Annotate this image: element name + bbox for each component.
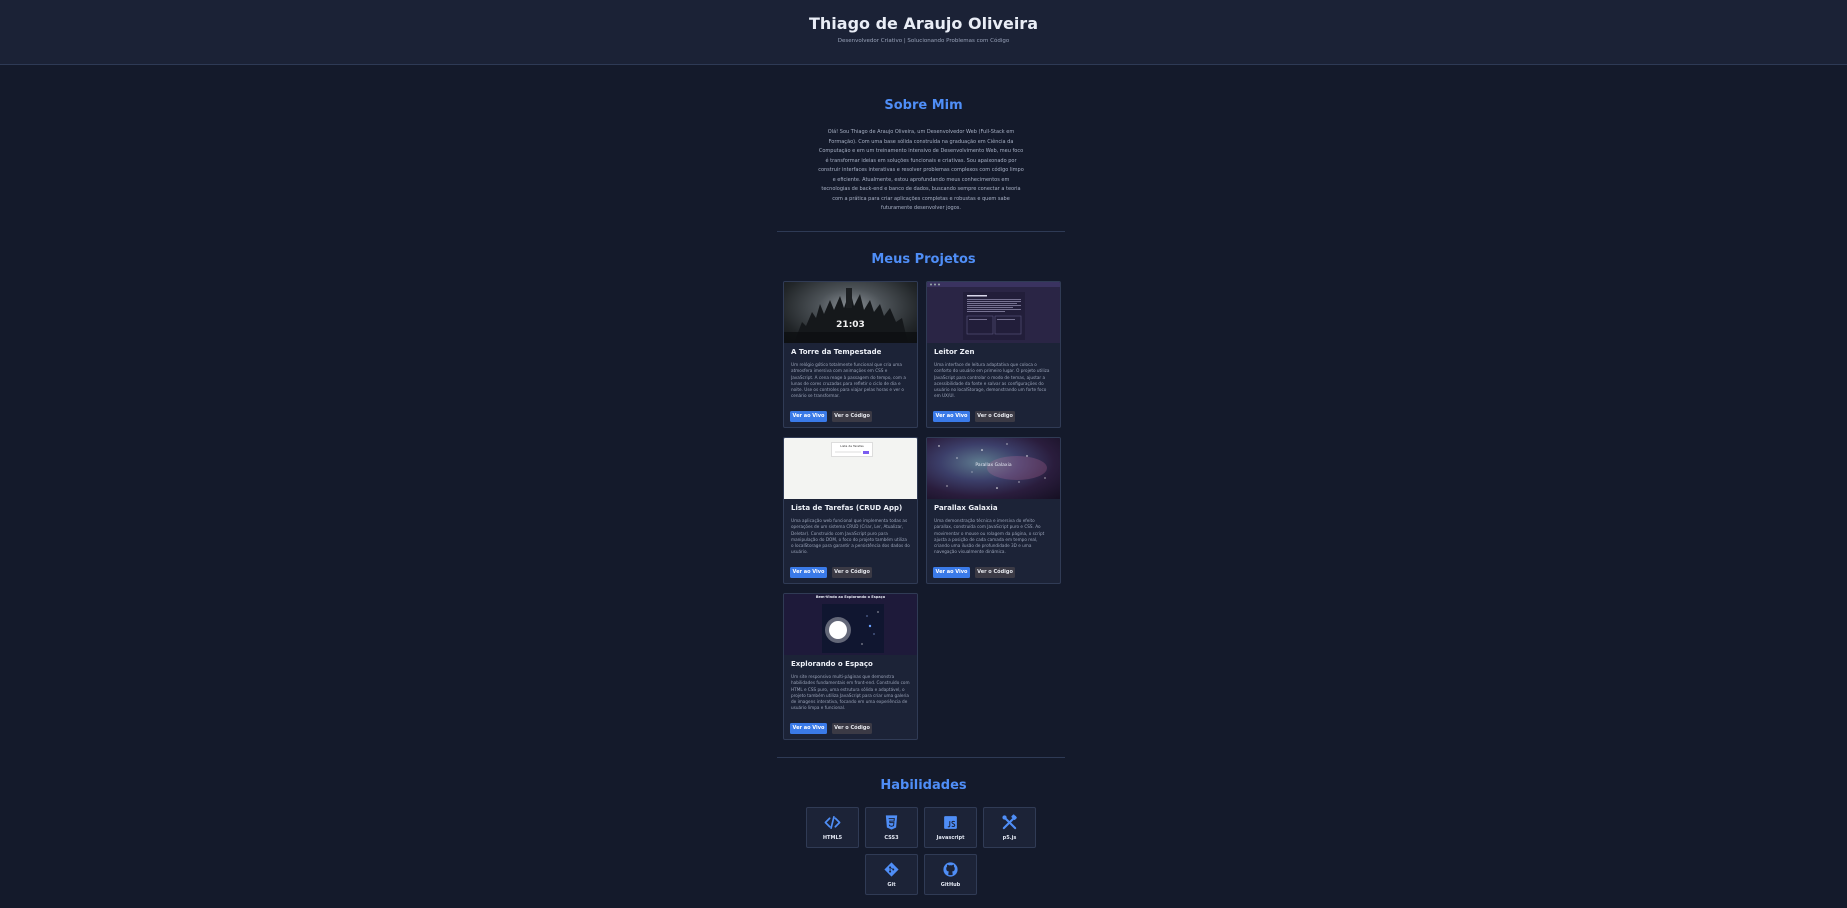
space-preview-title: Bem-Vindo ao Explorando o Espaço xyxy=(815,595,886,599)
todo-preview-input xyxy=(835,451,861,453)
project-description: Um site responsivo multi-páginas que dem… xyxy=(791,674,910,711)
skill-html5: HTML5 xyxy=(806,807,859,848)
project-title: Lista de Tarefas (CRUD App) xyxy=(791,504,903,512)
github-icon xyxy=(943,862,958,877)
about-text: Olá! Sou Thiago de Araujo Oliveira, um D… xyxy=(818,129,1024,211)
skill-label: CSS3 xyxy=(884,835,899,841)
skills-title: Habilidades xyxy=(880,778,967,793)
view-code-button[interactable]: Ver o Código xyxy=(832,723,872,734)
project-title: Explorando o Espaço xyxy=(791,660,873,668)
projects-title: Meus Projetos xyxy=(871,252,976,267)
skill-css3: CSS3 xyxy=(865,807,918,848)
skill-git: Git xyxy=(865,854,918,895)
skill-label: p5.js xyxy=(1002,835,1017,841)
project-thumbnail: Lista de Tarefas xyxy=(784,438,917,499)
view-code-button[interactable]: Ver o Código xyxy=(832,567,872,578)
site-header: Thiago de Araujo Oliveira Desenvolvedor … xyxy=(0,0,1847,65)
project-card: Bem-Vindo ao Explorando o Espaço Explora… xyxy=(783,593,918,740)
project-thumbnail: Parallax Galaxia xyxy=(927,438,1060,499)
skill-label: Git xyxy=(887,882,896,888)
project-card: 21:03 A Torre da Tempestade Um relógio g… xyxy=(783,281,918,428)
view-live-button[interactable]: Ver ao Vivo xyxy=(933,567,970,578)
site-title: Thiago de Araujo Oliveira xyxy=(808,14,1038,33)
view-live-button[interactable]: Ver ao Vivo xyxy=(790,567,827,578)
section-divider xyxy=(777,231,1065,232)
view-live-button[interactable]: Ver ao Vivo xyxy=(790,411,827,422)
site-tagline: Desenvolvedor Criativo | Solucionando Pr… xyxy=(837,38,1010,44)
skill-label: HTML5 xyxy=(822,835,843,841)
project-description: Um relógio gótico totalmente funcional q… xyxy=(791,362,906,399)
todo-preview-add xyxy=(863,450,869,454)
skill-javascript: Javascript xyxy=(924,807,977,848)
parallax-preview-title: Parallax Galaxia xyxy=(975,463,1012,468)
view-live-button[interactable]: Ver ao Vivo xyxy=(933,411,970,422)
view-code-button[interactable]: Ver o Código xyxy=(975,411,1015,422)
git-icon xyxy=(884,862,899,877)
space-preview-image xyxy=(822,604,884,653)
todo-preview-box: Lista de Tarefas xyxy=(831,442,873,457)
skill-label: GitHub xyxy=(940,882,961,888)
project-description: Uma aplicação web funcional que implemen… xyxy=(791,518,910,555)
css3-icon xyxy=(885,815,898,830)
section-divider xyxy=(777,757,1065,758)
project-card: Leitor Zen Uma interface de leitura adap… xyxy=(926,281,1061,428)
tools-icon xyxy=(1002,814,1017,830)
skill-github: GitHub xyxy=(924,854,977,895)
project-thumbnail xyxy=(927,282,1060,343)
skill-label: Javascript xyxy=(936,835,965,841)
js-icon xyxy=(944,816,957,829)
todo-preview-title: Lista de Tarefas xyxy=(840,444,864,448)
project-card: Parallax Galaxia Parallax Galaxia Uma de… xyxy=(926,437,1061,584)
clock-text: 21:03 xyxy=(836,320,865,330)
about-title: Sobre Mim xyxy=(884,98,963,113)
project-description: Uma interface de leitura adaptativa que … xyxy=(934,362,1050,399)
view-code-button[interactable]: Ver o Código xyxy=(832,411,872,422)
skill-p5js: p5.js xyxy=(983,807,1036,848)
code-icon xyxy=(824,815,841,830)
project-title: Parallax Galaxia xyxy=(934,504,998,512)
view-live-button[interactable]: Ver ao Vivo xyxy=(790,723,827,734)
project-card: Lista de Tarefas Lista de Tarefas (CRUD … xyxy=(783,437,918,584)
project-thumbnail: 21:03 xyxy=(784,282,917,343)
project-title: A Torre da Tempestade xyxy=(791,348,882,356)
project-description: Uma demonstração técnica e imersiva do e… xyxy=(934,518,1045,555)
project-title: Leitor Zen xyxy=(934,348,975,356)
project-thumbnail: Bem-Vindo ao Explorando o Espaço xyxy=(784,594,917,655)
view-code-button[interactable]: Ver o Código xyxy=(975,567,1015,578)
